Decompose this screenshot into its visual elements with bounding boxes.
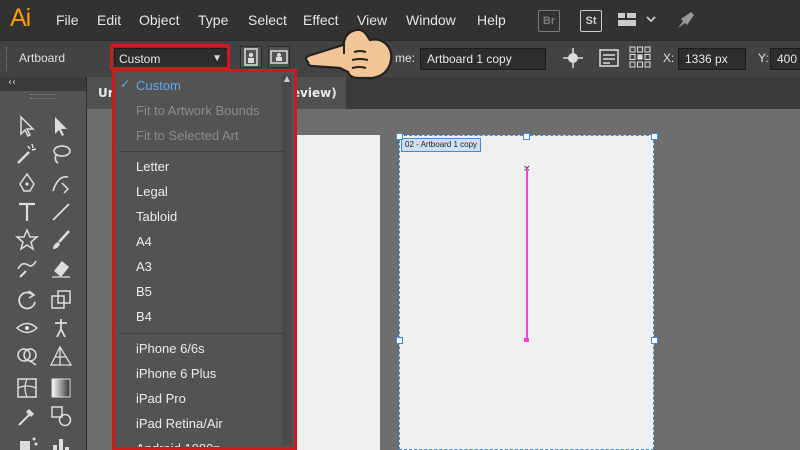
selection-handle[interactable]	[651, 133, 658, 140]
menu-select[interactable]: Select	[248, 12, 287, 28]
blend-tool-icon[interactable]	[48, 403, 74, 429]
selection-handle[interactable]	[396, 337, 403, 344]
option-a3[interactable]: A3	[136, 259, 152, 274]
menu-divider	[119, 151, 285, 152]
option-tabloid[interactable]: Tabloid	[136, 209, 177, 224]
gradient-tool-icon[interactable]	[48, 375, 74, 401]
perspective-grid-tool-icon[interactable]	[48, 343, 74, 369]
selection-tool-icon[interactable]	[14, 113, 40, 139]
artboard-1[interactable]	[292, 135, 380, 450]
option-iphone-6-plus[interactable]: iPhone 6 Plus	[136, 366, 216, 381]
option-b5[interactable]: B5	[136, 284, 152, 299]
menu-type[interactable]: Type	[198, 12, 228, 28]
illustrator-logo: Ai	[10, 4, 31, 32]
width-tool-icon[interactable]	[14, 315, 40, 341]
puppet-warp-tool-icon[interactable]	[48, 315, 74, 341]
selection-handle[interactable]	[396, 133, 403, 140]
option-a4[interactable]: A4	[136, 234, 152, 249]
lasso-tool-icon[interactable]	[48, 141, 74, 167]
preset-select-highlight	[110, 44, 230, 70]
move-artwork-icon[interactable]	[562, 47, 584, 73]
paintbrush-tool-icon[interactable]	[48, 227, 74, 253]
menu-bar: Ai File Edit Object Type Select Effect V…	[0, 0, 800, 40]
option-fit-artwork-bounds: Fit to Artwork Bounds	[136, 103, 260, 118]
option-ipad-retina-air[interactable]: iPad Retina/Air	[136, 416, 223, 431]
y-field[interactable]: 400	[770, 48, 800, 70]
portrait-button[interactable]	[240, 46, 262, 68]
selection-handle[interactable]	[651, 337, 658, 344]
option-fit-selected-art: Fit to Selected Art	[136, 128, 239, 143]
option-android-1080p[interactable]: Android 1080p	[136, 441, 221, 447]
artboard-label: Artboard	[19, 51, 66, 65]
collapse-icon[interactable]: ‹‹	[8, 77, 16, 88]
menu-object[interactable]: Object	[139, 12, 179, 28]
selection-handle[interactable]	[523, 133, 530, 140]
option-ipad-pro[interactable]: iPad Pro	[136, 391, 186, 406]
eraser-tool-icon[interactable]	[48, 255, 74, 281]
preset-dropdown-menu: ▲ ✓ Custom Fit to Artwork Bounds Fit to …	[112, 69, 297, 450]
shape-builder-tool-icon[interactable]	[14, 343, 40, 369]
menu-help[interactable]: Help	[477, 12, 506, 28]
tools-panel: ‹‹	[0, 77, 87, 450]
workspace-icon[interactable]	[617, 11, 657, 33]
scroll-up-icon[interactable]: ▲	[282, 74, 292, 83]
artboard-name-field[interactable]: Artboard 1 copy	[420, 48, 546, 70]
stock-badge[interactable]: St	[580, 10, 602, 32]
eyedropper-tool-icon[interactable]	[14, 403, 40, 429]
menu-edit[interactable]: Edit	[97, 12, 121, 28]
shaper-tool-icon[interactable]	[14, 255, 40, 281]
pen-tool-icon[interactable]	[14, 171, 40, 197]
graph-tool-icon[interactable]	[48, 433, 74, 450]
option-custom[interactable]: Custom	[136, 78, 181, 93]
artboard-options-icon[interactable]	[598, 48, 620, 72]
direct-selection-tool-icon[interactable]	[48, 113, 74, 139]
menu-file[interactable]: File	[56, 12, 79, 28]
scale-tool-icon[interactable]	[48, 287, 74, 313]
dropdown-scrollbar[interactable]: ▲	[282, 74, 292, 446]
option-legal[interactable]: Legal	[136, 184, 168, 199]
x-field[interactable]: 1336 px	[678, 48, 746, 70]
mesh-tool-icon[interactable]	[14, 375, 40, 401]
landscape-button[interactable]	[268, 46, 290, 68]
path-anchor[interactable]	[524, 338, 529, 342]
option-letter[interactable]: Letter	[136, 159, 169, 174]
rocket-icon[interactable]	[675, 9, 697, 35]
control-bar-grip[interactable]	[6, 47, 10, 71]
tools-panel-grip[interactable]	[30, 94, 56, 99]
type-tool-icon[interactable]	[14, 199, 40, 225]
x-label: X:	[663, 51, 675, 65]
illustrator-window: Ai File Edit Object Type Select Effect V…	[0, 0, 800, 450]
symbol-sprayer-tool-icon[interactable]	[14, 433, 40, 450]
curvature-tool-icon[interactable]	[48, 171, 74, 197]
pointing-hand-icon	[300, 22, 400, 84]
rotate-tool-icon[interactable]	[14, 287, 40, 313]
option-b4[interactable]: B4	[136, 309, 152, 324]
option-iphone-6[interactable]: iPhone 6/6s	[136, 341, 205, 356]
bridge-badge[interactable]: Br	[538, 10, 560, 32]
star-tool-icon[interactable]	[14, 227, 40, 253]
line-tool-icon[interactable]	[48, 199, 74, 225]
tools-panel-header[interactable]: ‹‹	[0, 77, 86, 91]
artboard-name-label: 02 - Artboard 1 copy	[401, 138, 482, 152]
checkmark-icon: ✓	[120, 77, 131, 91]
menu-window[interactable]: Window	[406, 12, 456, 28]
menu-divider	[119, 333, 285, 334]
vertical-path[interactable]	[526, 168, 528, 340]
magic-wand-tool-icon[interactable]	[14, 141, 40, 167]
y-label: Y:	[758, 51, 769, 65]
reference-point-icon[interactable]	[628, 45, 652, 73]
